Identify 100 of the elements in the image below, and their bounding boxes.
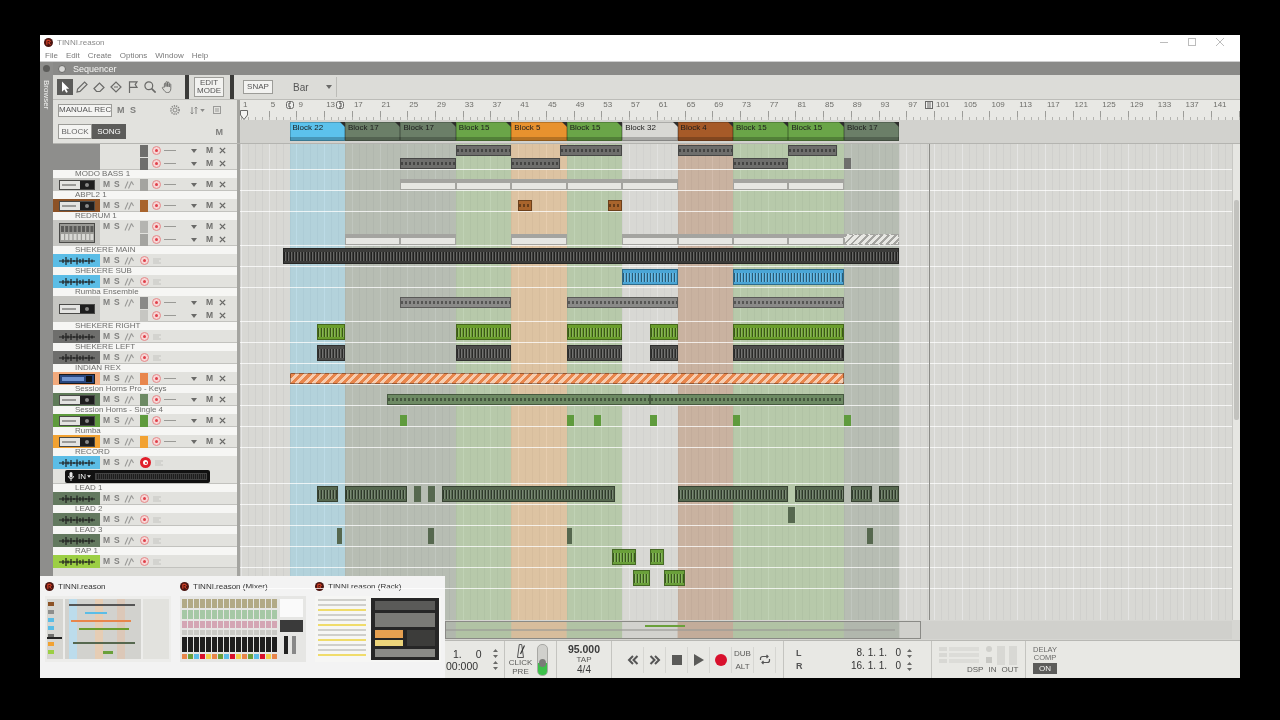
clip[interactable]	[677, 486, 789, 502]
clip[interactable]	[386, 394, 650, 405]
song-block[interactable]: Block 17	[344, 122, 401, 141]
clip[interactable]	[608, 200, 623, 211]
solo-button[interactable]: S	[114, 222, 120, 231]
mute-button[interactable]: M	[103, 332, 111, 341]
solo-button[interactable]: S	[114, 180, 120, 189]
clip[interactable]	[632, 570, 650, 586]
tool-button[interactable]	[57, 79, 73, 95]
clip[interactable]	[317, 324, 345, 340]
track-header[interactable]: SHEKERE MAIN M S	[53, 246, 237, 267]
clip[interactable]	[455, 324, 512, 340]
lane-mute-button[interactable]: M	[206, 311, 214, 320]
clip[interactable]	[622, 269, 678, 285]
mute-button[interactable]: M	[103, 277, 111, 286]
snap-dropdown[interactable]: Bar	[287, 77, 337, 97]
record-enable-button[interactable]	[140, 515, 149, 524]
clip[interactable]	[733, 158, 789, 169]
clip[interactable]	[622, 234, 678, 245]
clip[interactable]	[344, 234, 401, 245]
clip[interactable]	[878, 486, 900, 502]
close-icon[interactable]	[219, 160, 227, 167]
tool-button[interactable]	[108, 79, 124, 95]
clip[interactable]	[317, 486, 338, 502]
song-block[interactable]: Block 5	[511, 122, 567, 141]
clip[interactable]	[843, 234, 900, 245]
mute-button[interactable]: M	[103, 536, 111, 545]
clip[interactable]	[566, 415, 574, 426]
clip[interactable]	[566, 345, 623, 361]
song-block[interactable]: Block 15	[566, 122, 623, 141]
close-icon[interactable]	[219, 312, 227, 319]
record-enable-button[interactable]	[152, 416, 161, 425]
clip[interactable]	[400, 297, 512, 308]
close-icon[interactable]	[219, 438, 227, 445]
box-marker-icon[interactable]	[925, 101, 933, 109]
up-down-arrows-icon[interactable]	[493, 661, 498, 670]
browser-tab[interactable]: Browser	[40, 62, 53, 576]
menu-item[interactable]: File	[45, 50, 58, 60]
scrollbar-thumb[interactable]	[1234, 200, 1239, 420]
list-icon[interactable]	[213, 106, 221, 114]
track-header[interactable]: SHEKERE LEFT M S	[53, 343, 237, 364]
slashes-icon[interactable]	[123, 180, 134, 189]
mute-button[interactable]: M	[117, 105, 130, 115]
solo-button[interactable]: S	[114, 437, 120, 446]
track-header[interactable]: SHEKERE RIGHT M S	[53, 322, 237, 343]
menu-item[interactable]: Options	[119, 50, 148, 60]
solo-button[interactable]: S	[114, 395, 120, 404]
window-thumbnail-drawing[interactable]	[315, 596, 441, 662]
lane-mute-button[interactable]: M	[206, 416, 214, 425]
tool-button[interactable]	[142, 79, 158, 95]
track-header[interactable]: LEAD 2 M S	[53, 505, 237, 526]
arrangement-area[interactable]	[240, 144, 1232, 620]
slashes-icon[interactable]	[123, 277, 134, 286]
clip[interactable]	[400, 179, 456, 190]
track-header[interactable]: Rumba M S M	[53, 427, 237, 448]
mode-toggle-button[interactable]: SONG	[92, 124, 126, 139]
clip[interactable]	[511, 158, 560, 169]
tool-button[interactable]	[91, 79, 107, 95]
vertical-scrollbar[interactable]	[1232, 144, 1240, 620]
clip[interactable]	[336, 528, 343, 544]
lane-mute-button[interactable]: M	[206, 437, 214, 446]
lane-mute-button[interactable]: M	[206, 222, 214, 231]
clip[interactable]	[733, 179, 789, 190]
mute-button[interactable]: M	[103, 201, 111, 210]
clip[interactable]	[559, 145, 623, 156]
clip[interactable]	[649, 415, 657, 426]
clip[interactable]	[795, 486, 844, 502]
metronome-icon[interactable]	[516, 643, 525, 658]
track-header[interactable]: Session Horns - Single 4 M S M	[53, 406, 237, 427]
clip[interactable]	[649, 324, 678, 340]
circle-icon[interactable]	[58, 64, 66, 73]
clip[interactable]	[611, 549, 636, 565]
mute-button[interactable]: M	[103, 180, 111, 189]
song-block[interactable]: Block 4	[677, 122, 733, 141]
mute-button[interactable]: M	[103, 494, 111, 503]
clip[interactable]	[649, 549, 664, 565]
slashes-icon[interactable]	[123, 374, 134, 383]
mute-button[interactable]: M	[103, 515, 111, 524]
lane-mute-button[interactable]: M	[206, 374, 214, 383]
tool-button[interactable]	[74, 79, 90, 95]
clip[interactable]	[594, 415, 602, 426]
caret-icon[interactable]	[191, 300, 197, 305]
sort-icon[interactable]	[190, 105, 198, 115]
caret-icon[interactable]	[191, 237, 197, 242]
record-enable-button[interactable]	[152, 222, 161, 231]
up-down-arrows-icon[interactable]	[907, 648, 912, 658]
record-enable-button[interactable]	[152, 180, 161, 189]
solo-button[interactable]: S	[114, 201, 120, 210]
tempo-value[interactable]: 95.000	[567, 644, 601, 655]
clip[interactable]	[850, 486, 872, 502]
clip[interactable]	[566, 324, 623, 340]
time-signature[interactable]: 4/4	[577, 664, 591, 675]
song-block[interactable]: Block 17	[400, 122, 456, 141]
tap-label[interactable]: TAP	[576, 655, 592, 664]
mute-button[interactable]: M	[103, 395, 111, 404]
clip[interactable]	[733, 297, 844, 308]
clip[interactable]	[455, 345, 512, 361]
clip[interactable]	[733, 415, 740, 426]
clip[interactable]	[441, 486, 616, 502]
close-icon[interactable]	[219, 223, 227, 230]
